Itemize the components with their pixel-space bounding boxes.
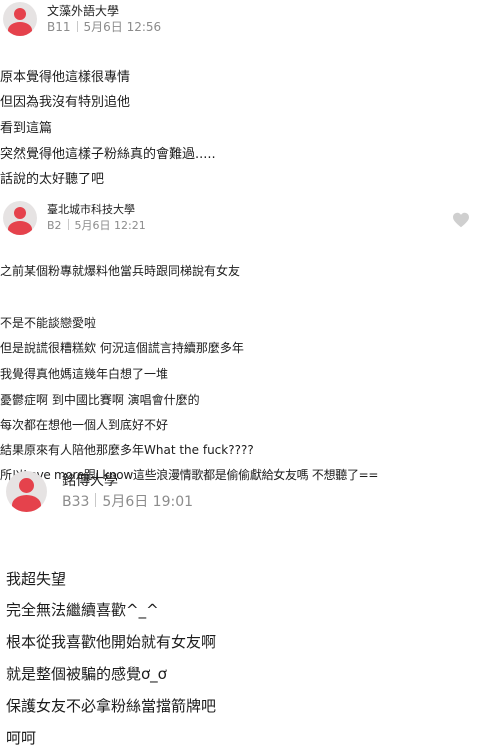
comment-time: 5月6日 19:01 — [102, 494, 194, 510]
avatar[interactable] — [3, 2, 37, 36]
comment-line: 完全無法繼續喜歡^_^ — [6, 601, 159, 619]
meta-divider — [76, 21, 78, 32]
comment-meta: B2 5月6日 12:21 — [47, 217, 146, 233]
meta-divider — [95, 493, 97, 507]
comment-line: 我覺得真他媽這幾年白想了一堆 — [0, 367, 169, 381]
school-name: 文藻外語大學 — [47, 4, 120, 18]
avatar[interactable] — [6, 471, 47, 512]
comment-line: 之前某個粉專就爆料他當兵時跟同梯說有女友 — [0, 264, 241, 278]
avatar-head — [14, 207, 26, 219]
comment-line: 憂鬱症啊 到中國比賽啊 演唱會什麼的 — [0, 393, 200, 407]
avatar-body — [8, 22, 32, 36]
comment-time: 5月6日 12:21 — [74, 219, 146, 232]
comment-line: 我超失望 — [6, 570, 67, 588]
comment-line: 原本覺得他這樣很專情 — [0, 70, 131, 85]
comment-line: 結果原來有人陪他那麼多年What the fuck???? — [0, 443, 254, 457]
comment-line: 但因為我沒有特別追他 — [0, 95, 131, 110]
comment-line: 不是不能談戀愛啦 — [0, 316, 97, 330]
comment-line: 每次都在想他一個人到底好不好 — [0, 418, 169, 432]
comment-line: 所以Love more跟I know這些浪漫情歌都是偷偷獻給女友嗎 不想聽了== — [0, 468, 379, 482]
comment-line: 保護女友不必拿粉絲當擋箭牌吧 — [6, 697, 217, 715]
comment-time: 5月6日 12:56 — [83, 20, 162, 34]
comment-line: 但是說謊很糟糕欸 何況這個謊言持續那麼多年 — [0, 341, 244, 355]
school-name: 臺北城市科技大學 — [47, 203, 135, 216]
comment-line: 就是整個被騙的感覺ơ_ơ — [6, 665, 167, 683]
avatar-head — [14, 8, 26, 20]
comment-line: 呵呵 — [6, 729, 37, 747]
floor-number: B2 — [47, 219, 62, 232]
avatar-head — [19, 478, 34, 493]
comment-line: 看到這篇 — [0, 121, 53, 136]
school-name: 銘傳大學 — [62, 473, 118, 489]
avatar-body — [8, 221, 32, 235]
heart-icon[interactable] — [452, 212, 470, 228]
floor-number: B11 — [47, 20, 71, 34]
avatar-body — [12, 495, 41, 512]
floor-number: B33 — [62, 494, 90, 510]
comment-line: 話說的太好聽了吧 — [0, 172, 105, 187]
avatar[interactable] — [3, 201, 37, 235]
meta-divider — [67, 219, 69, 230]
comment-meta: B11 5月6日 12:56 — [47, 18, 161, 35]
comment-line: 突然覺得他這樣子粉絲真的會難過..... — [0, 147, 216, 162]
comment-line: 根本從我喜歡他開始就有女友啊 — [6, 633, 217, 651]
comment-meta: B33 5月6日 19:01 — [62, 491, 193, 511]
